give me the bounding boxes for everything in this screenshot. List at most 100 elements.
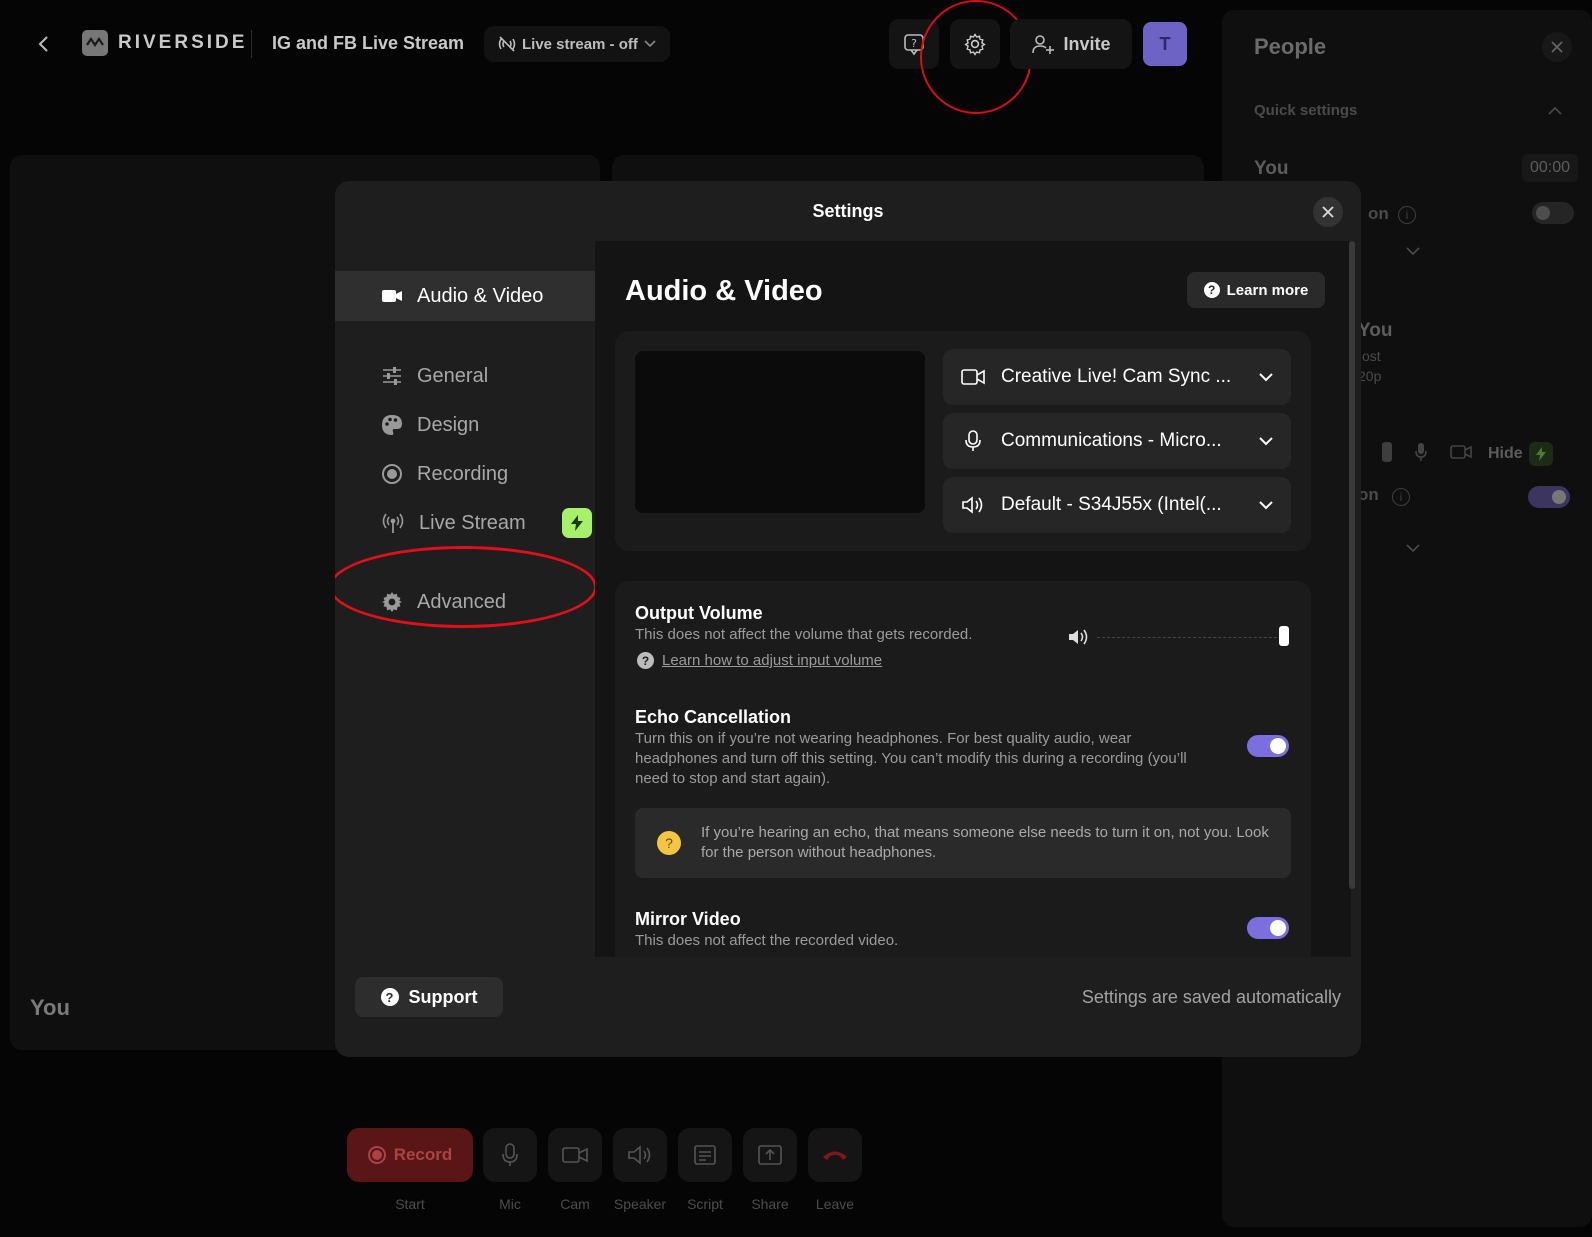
broadcast-off-icon xyxy=(498,36,516,52)
hide-label: Hide xyxy=(1488,445,1523,462)
leave-button[interactable] xyxy=(808,1128,862,1182)
camera-select[interactable]: Creative Live! Cam Sync ... xyxy=(943,349,1291,405)
nav-advanced[interactable]: Advanced xyxy=(335,577,595,627)
volume-icon xyxy=(1069,629,1088,645)
audio-settings-card: Output Volume This does not affect the v… xyxy=(615,581,1311,957)
microphone-select-value: Communications - Micro... xyxy=(1001,430,1222,451)
nav-label: Recording xyxy=(417,462,509,485)
hang-up-icon xyxy=(823,1151,847,1160)
partial-participant-name: You xyxy=(1358,320,1393,341)
settings-sidebar: Audio & Video General Design Recording L… xyxy=(335,241,597,961)
settings-content: Audio & Video ? Learn more Creative Live… xyxy=(595,241,1351,957)
speaker-label: Speaker xyxy=(613,1196,667,1212)
microphone-select[interactable]: Communications - Micro... xyxy=(943,413,1291,469)
partial-participant-role: ost xyxy=(1362,348,1381,364)
user-avatar[interactable]: T xyxy=(1143,22,1187,66)
invite-button[interactable]: Invite xyxy=(1010,19,1132,69)
question-circle-icon: ? xyxy=(380,988,399,1006)
section-title: Audio & Video xyxy=(625,275,823,307)
output-volume-slider[interactable] xyxy=(1097,637,1287,638)
quick-settings-header[interactable]: Quick settings xyxy=(1254,102,1357,119)
record-button[interactable]: Record xyxy=(347,1128,473,1182)
volume-slider-handle[interactable] xyxy=(1382,442,1392,462)
bolt-icon xyxy=(561,508,592,538)
studio-title: IG and FB Live Stream xyxy=(272,33,465,53)
brand-logo[interactable]: RIVERSIDE xyxy=(82,30,247,56)
mirror-video-toggle[interactable] xyxy=(1247,917,1289,939)
thinking-face-icon: ? xyxy=(657,831,681,855)
speaker-icon xyxy=(962,496,983,514)
close-icon xyxy=(1551,41,1563,53)
camera-icon xyxy=(562,1147,588,1163)
chat-question-icon: ? xyxy=(904,34,924,56)
palette-icon xyxy=(382,415,402,435)
setting-toggle-off[interactable] xyxy=(1532,202,1574,224)
chevron-down-icon[interactable] xyxy=(1406,247,1420,256)
output-volume-title: Output Volume xyxy=(635,603,763,623)
sliders-icon xyxy=(383,367,401,385)
mic-icon xyxy=(502,1143,518,1166)
mic-button[interactable] xyxy=(483,1128,537,1182)
output-volume-handle[interactable] xyxy=(1279,626,1289,646)
mic-label: Mic xyxy=(499,1196,521,1212)
script-icon xyxy=(694,1145,716,1165)
record-icon xyxy=(382,464,402,484)
nav-audio-video[interactable]: Audio & Video xyxy=(335,271,595,321)
speaker-button[interactable] xyxy=(613,1128,667,1182)
chevron-down-icon xyxy=(1259,372,1273,381)
divider xyxy=(251,30,252,58)
self-tile-name: You xyxy=(30,995,70,1020)
add-user-icon xyxy=(1032,35,1055,54)
camera-icon xyxy=(961,369,985,385)
mirror-video-title: Mirror Video xyxy=(635,909,741,929)
nav-design[interactable]: Design xyxy=(335,400,595,450)
echo-cancellation-toggle[interactable] xyxy=(1247,735,1289,757)
speaker-select[interactable]: Default - S34J55x (Intel(... xyxy=(943,477,1291,533)
people-panel-title: People xyxy=(1254,34,1327,59)
nav-recording[interactable]: Recording xyxy=(335,449,595,499)
setting-toggle-on[interactable] xyxy=(1528,486,1570,508)
back-button[interactable] xyxy=(30,30,58,58)
adjust-volume-help-link[interactable]: ? Learn how to adjust input volume xyxy=(637,652,882,669)
echo-tip-box: ? If you’re hearing an echo, that means … xyxy=(635,808,1291,878)
learn-more-button[interactable]: ? Learn more xyxy=(1187,272,1325,308)
nav-general[interactable]: General xyxy=(335,351,595,401)
help-chat-button[interactable]: ? xyxy=(889,19,939,69)
question-circle-icon: ? xyxy=(1203,282,1220,298)
partial-participant-resolution: 20p xyxy=(1358,368,1382,384)
nav-label: Live Stream xyxy=(419,511,526,534)
self-name: You xyxy=(1254,158,1289,179)
camera-icon[interactable] xyxy=(1450,444,1472,460)
nav-live-stream[interactable]: Live Stream xyxy=(335,498,595,548)
nav-label: Audio & Video xyxy=(417,284,544,307)
chevron-down-icon[interactable] xyxy=(1406,544,1420,553)
info-icon[interactable]: i xyxy=(1392,488,1410,506)
echo-tip-text: If you’re hearing an echo, that means so… xyxy=(701,824,1269,861)
svg-text:?: ? xyxy=(911,37,917,50)
top-bar: RIVERSIDE IG and FB Live Stream Live str… xyxy=(0,0,1210,114)
support-button[interactable]: ? Support xyxy=(355,977,503,1017)
script-button[interactable] xyxy=(678,1128,732,1182)
hide-participant-button[interactable]: Hide xyxy=(1488,440,1553,468)
share-label: Share xyxy=(751,1196,789,1212)
riverside-logo-icon xyxy=(82,30,108,56)
live-stream-status-label: Live stream - off xyxy=(522,35,638,53)
nav-label: General xyxy=(417,364,489,387)
share-screen-icon xyxy=(758,1145,782,1165)
settings-button[interactable] xyxy=(950,19,1000,69)
info-icon[interactable]: i xyxy=(1398,206,1416,224)
mic-icon[interactable] xyxy=(1414,442,1428,462)
camera-button[interactable] xyxy=(548,1128,602,1182)
script-label: Script xyxy=(687,1196,723,1212)
learn-more-label: Learn more xyxy=(1226,281,1309,299)
live-stream-status-dropdown[interactable]: Live stream - off xyxy=(484,26,670,62)
chevron-left-icon xyxy=(38,36,48,52)
share-button[interactable] xyxy=(743,1128,797,1182)
camera-select-value: Creative Live! Cam Sync ... xyxy=(1001,366,1232,387)
close-settings-button[interactable] xyxy=(1313,197,1343,227)
chevron-up-icon[interactable] xyxy=(1548,106,1562,115)
autosave-note: Settings are saved automatically xyxy=(1081,987,1341,1007)
close-people-panel-button[interactable] xyxy=(1542,32,1572,62)
settings-scrollbar[interactable] xyxy=(1349,241,1355,889)
bolt-icon xyxy=(1528,442,1553,466)
